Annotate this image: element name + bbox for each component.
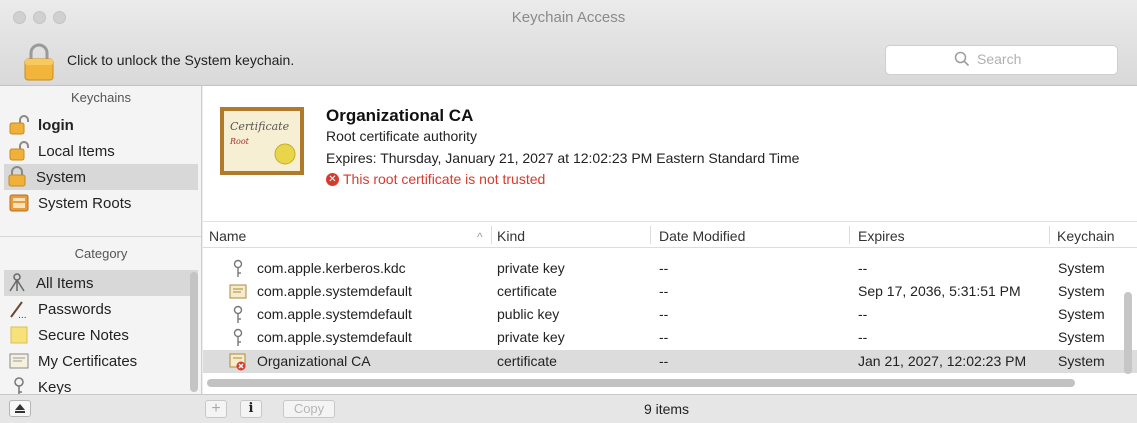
- key-icon: [233, 305, 243, 323]
- cell-name: com.apple.systemdefault: [257, 329, 412, 345]
- cell-name: com.apple.systemdefault: [257, 283, 412, 299]
- sidebar-item-my-certificates[interactable]: My Certificates: [6, 348, 196, 374]
- cell-keychain: System: [1058, 283, 1105, 299]
- sidebar-item-passwords[interactable]: ... Passwords: [6, 296, 196, 322]
- cell-expires: Jan 21, 2027, 12:02:23 PM: [858, 353, 1027, 369]
- lock-icon[interactable]: [22, 42, 56, 82]
- item-count: 9 items: [643, 401, 690, 417]
- cell-name: Organizational CA: [257, 353, 371, 369]
- sidebar-divider: [0, 236, 201, 237]
- sidebar-item-keys[interactable]: Keys: [6, 374, 196, 394]
- keychains-header: Keychains: [71, 90, 131, 105]
- search-field[interactable]: [885, 45, 1118, 75]
- cell-expires: --: [858, 260, 868, 276]
- note-icon: [8, 324, 30, 346]
- lock-open-icon: [8, 114, 30, 136]
- cell-expires: --: [858, 329, 868, 345]
- sidebar-item-label: login: [38, 116, 74, 134]
- sidebar-item-label: Passwords: [38, 300, 112, 318]
- sidebar-item-system-roots[interactable]: System Roots: [6, 190, 196, 216]
- sidebar-item-all-items[interactable]: All Items: [4, 270, 198, 296]
- bottom-bar: + i Copy 9 items: [0, 394, 1137, 423]
- cell-date-modified: --: [659, 260, 669, 276]
- title-bar: Keychain Access: [0, 0, 1137, 36]
- certificate-expiry: Expires: Thursday, January 21, 2027 at 1…: [326, 150, 800, 166]
- certificate-image-title: Certificate: [230, 120, 290, 133]
- cell-keychain: System: [1058, 353, 1105, 369]
- certificate-image: Certificate Root: [219, 106, 305, 176]
- cabinet-icon: [8, 192, 30, 214]
- sidebar-item-label: All Items: [36, 274, 94, 292]
- cell-name: com.apple.systemdefault: [257, 306, 412, 322]
- cell-kind: private key: [497, 260, 565, 276]
- cell-kind: certificate: [497, 353, 557, 369]
- table-row[interactable]: Organizational CA certificate -- Jan 21,…: [203, 350, 1137, 373]
- password-icon: ...: [8, 298, 30, 321]
- table-row[interactable]: com.apple.kerberos.kdc private key -- --…: [203, 257, 1137, 280]
- certificate-name: Organizational CA: [326, 106, 474, 125]
- sidebar-item-label: Keys: [38, 378, 72, 395]
- certificate-detail: Certificate Root Organizational CA Root …: [203, 86, 1137, 222]
- key-icon: [233, 328, 243, 346]
- table-row[interactable]: [203, 236, 1137, 248]
- sidebar-item-label: My Certificates: [38, 352, 138, 370]
- cell-keychain: System: [1058, 260, 1105, 276]
- sidebar-scrollbar[interactable]: [190, 272, 198, 392]
- cell-kind: certificate: [497, 283, 557, 299]
- certificate-icon: [229, 284, 247, 299]
- lock-closed-icon: [6, 166, 28, 188]
- cell-date-modified: --: [659, 306, 669, 322]
- cell-kind: public key: [497, 306, 560, 322]
- sidebar-item-login[interactable]: login: [6, 112, 196, 138]
- items-table: Name ^ Kind Date Modified Expires Keycha…: [203, 222, 1137, 394]
- untrusted-certificate-icon: [229, 353, 246, 371]
- sidebar-item-label: System: [36, 168, 87, 186]
- cell-date-modified: --: [659, 329, 669, 345]
- trust-warning: ✕ This root certificate is not trusted: [326, 171, 545, 187]
- toolbar: Click to unlock the System keychain.: [0, 36, 1137, 86]
- cell-keychain: System: [1058, 329, 1105, 345]
- certificate-subtitle: Root certificate authority: [326, 128, 477, 144]
- cell-kind: private key: [497, 329, 565, 345]
- table-row[interactable]: com.apple.systemdefault certificate -- S…: [203, 280, 1137, 303]
- table-row[interactable]: com.apple.systemdefault public key -- --…: [203, 303, 1137, 326]
- all-items-icon: [6, 272, 28, 294]
- window-title: Keychain Access: [511, 9, 626, 26]
- search-input[interactable]: [977, 51, 1097, 67]
- sidebar-item-label: Secure Notes: [38, 326, 129, 344]
- certificate-icon: [8, 350, 30, 372]
- unlock-message: Click to unlock the System keychain.: [67, 52, 295, 68]
- sidebar-item-label: Local Items: [38, 142, 115, 160]
- sidebar-item-local-items[interactable]: Local Items: [6, 138, 196, 164]
- cell-date-modified: --: [659, 283, 669, 299]
- cell-expires: Sep 17, 2036, 5:31:51 PM: [858, 283, 1021, 299]
- cell-date-modified: --: [659, 353, 669, 369]
- sidebar-item-system[interactable]: System: [4, 164, 198, 190]
- key-icon: [8, 376, 30, 394]
- key-icon: [233, 259, 243, 277]
- vertical-scrollbar[interactable]: [1124, 292, 1132, 374]
- cell-keychain: System: [1058, 306, 1105, 322]
- sidebar: Keychains login Local Items System Syste…: [0, 86, 202, 394]
- cell-name: com.apple.kerberos.kdc: [257, 260, 406, 276]
- svg-text:...: ...: [18, 311, 27, 320]
- cell-expires: --: [858, 306, 868, 322]
- trust-warning-text: This root certificate is not trusted: [343, 171, 546, 187]
- category-header: Category: [74, 246, 128, 261]
- horizontal-scrollbar[interactable]: [207, 379, 1075, 387]
- sidebar-item-secure-notes[interactable]: Secure Notes: [6, 322, 196, 348]
- error-icon: ✕: [326, 172, 339, 186]
- lock-open-icon: [8, 140, 30, 162]
- table-row[interactable]: com.apple.systemdefault private key -- -…: [203, 326, 1137, 349]
- certificate-image-label: Root: [229, 137, 250, 146]
- search-icon: [954, 51, 970, 67]
- sidebar-item-label: System Roots: [38, 194, 132, 212]
